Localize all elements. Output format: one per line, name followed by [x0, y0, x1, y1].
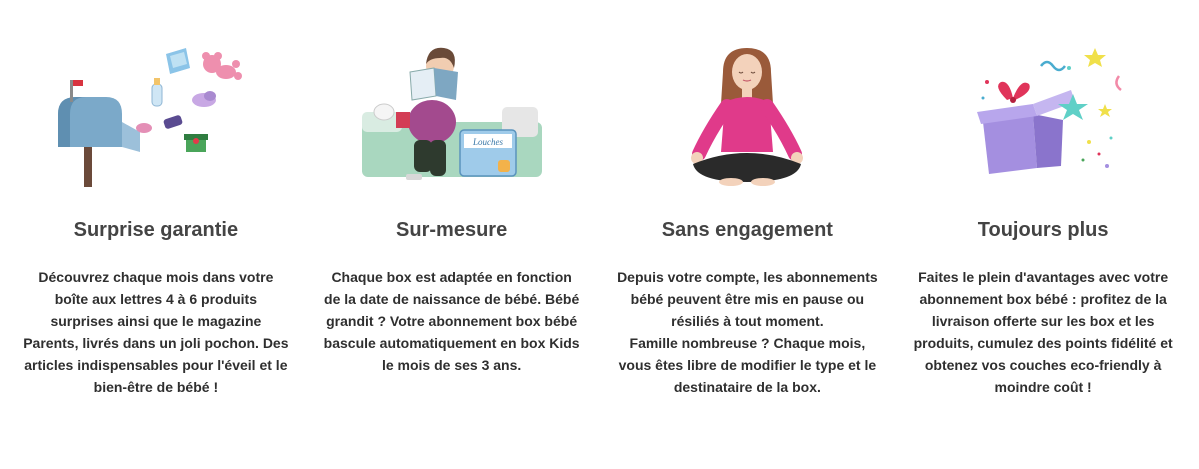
- feature-title: Toujours plus: [977, 219, 1109, 241]
- pregnant-woman-reading-icon: Louches: [332, 42, 572, 192]
- feature-surprise: Surprise garantie Découvrez chaque mois …: [8, 0, 304, 469]
- feature-sans-engagement: Sans engagement Depuis votre compte, les…: [600, 0, 896, 469]
- feature-description: Depuis votre compte, les abonnements béb…: [617, 269, 878, 395]
- diaper-box-label: Louches: [472, 137, 503, 147]
- gift-box-stars-icon: [923, 42, 1163, 192]
- mailbox-gifts-icon: [36, 42, 276, 192]
- meditating-woman-icon: [627, 42, 867, 192]
- feature-toujours-plus: Toujours plus Faites le plein d'avantage…: [895, 0, 1191, 469]
- feature-sur-mesure: Louches Sur-mesure Chaque box est adapté…: [304, 0, 600, 469]
- feature-title: Surprise garantie: [73, 219, 239, 241]
- feature-description: Faites le plein d'avantages avec votre a…: [913, 269, 1173, 395]
- features-row: Surprise garantie Découvrez chaque mois …: [0, 0, 1199, 469]
- feature-description: Découvrez chaque mois dans votre boîte a…: [23, 269, 289, 395]
- feature-description: Chaque box est adaptée en fonction de la…: [323, 269, 580, 373]
- feature-title: Sans engagement: [661, 219, 833, 241]
- feature-title: Sur-mesure: [396, 219, 508, 241]
